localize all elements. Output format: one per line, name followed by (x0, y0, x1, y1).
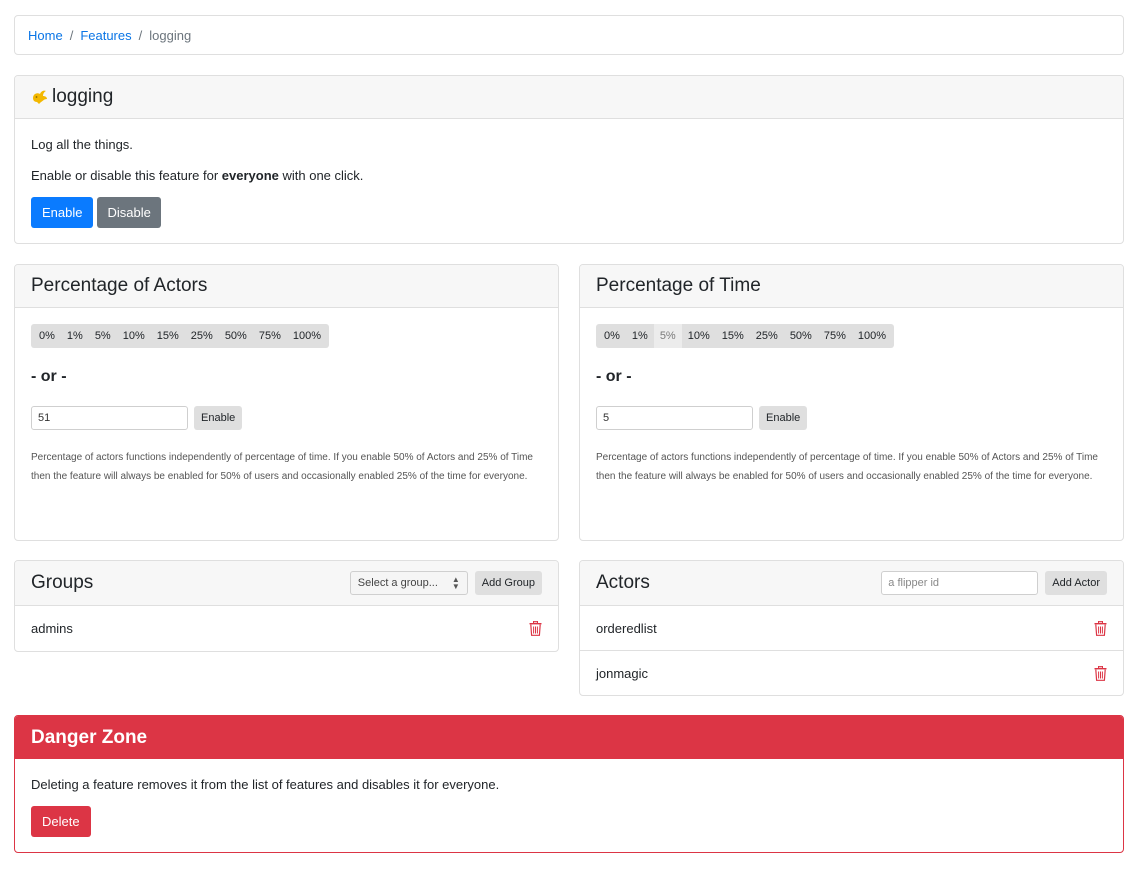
time-percentage-option[interactable]: 25% (750, 324, 784, 348)
actors-percentage-option[interactable]: 50% (219, 324, 253, 348)
feature-header: logging (15, 76, 1123, 119)
actors-percentage-option[interactable]: 5% (89, 324, 117, 348)
actors-percentage-option[interactable]: 15% (151, 324, 185, 348)
trash-icon[interactable] (1094, 620, 1107, 636)
list-item: jonmagic (580, 651, 1123, 695)
percentage-of-actors-title: Percentage of Actors (15, 265, 558, 308)
percentage-help-text: Percentage of actors functions independe… (596, 452, 1098, 482)
add-group-button[interactable]: Add Group (474, 571, 542, 595)
group-name: admins (31, 621, 73, 636)
trash-icon[interactable] (1094, 666, 1107, 681)
percentage-of-actors-card: Percentage of Actors 0% 1% 5% 10% 15% 25% 50% 7… (14, 264, 559, 541)
groups-title: Groups (31, 572, 94, 593)
delete-feature-button[interactable]: Delete (31, 806, 91, 837)
actors-percentage-option[interactable]: 100% (287, 324, 327, 348)
breadcrumb-home-link[interactable]: Home (28, 28, 63, 43)
add-actor-button[interactable]: Add Actor (1045, 571, 1107, 595)
breadcrumb-separator: / (69, 27, 74, 43)
feature-name: logging (52, 86, 114, 107)
time-percentage-option[interactable]: 75% (818, 324, 852, 348)
time-percentage-option[interactable]: 0% (598, 324, 626, 348)
actors-percentage-option[interactable]: 10% (117, 324, 151, 348)
list-item: admins (15, 606, 558, 651)
percentage-of-time-title: Percentage of Time (580, 265, 1123, 308)
danger-zone-title: Danger Zone (15, 716, 1123, 759)
group-select[interactable]: Select a group... ▲ ▼ (349, 571, 468, 595)
time-percentage-options: 0% 1% 5% 10% 15% 25% 50% 75% 100% (596, 324, 895, 348)
page-title: logging (31, 86, 113, 108)
feature-card: logging Log all the things. Enable or di… (14, 75, 1124, 244)
trash-icon[interactable] (529, 621, 542, 636)
breadcrumb-separator: / (138, 27, 143, 43)
time-percentage-option[interactable]: 5% (653, 324, 682, 348)
actors-card: Actors Add Actor orderedlist jonmagic (579, 560, 1124, 696)
danger-zone-text: Deleting a feature removes it from the l… (31, 777, 500, 792)
enable-feature-button[interactable]: Enable (31, 197, 94, 228)
breadcrumb: Home / Features / logging (14, 15, 1124, 55)
danger-zone-card: Danger Zone Deleting a feature removes i… (14, 715, 1124, 853)
actor-name: jonmagic (596, 666, 649, 681)
percentage-of-time-card: Percentage of Time 0% 1% 5% 10% 15% 25% 50% 75%… (579, 264, 1124, 541)
time-percentage-option[interactable]: 1% (626, 324, 654, 348)
time-percentage-enable-button[interactable]: Enable (759, 406, 808, 430)
percentage-help-text: Percentage of actors functions independe… (31, 452, 533, 482)
groups-card: Groups Select a group... ▲ ▼ Add Group ad… (14, 560, 559, 652)
feature-enable-text: Enable or disable this feature for every… (31, 168, 364, 183)
actors-percentage-option[interactable]: 25% (185, 324, 219, 348)
actors-percentage-option[interactable]: 0% (33, 324, 61, 348)
list-item: orderedlist (580, 606, 1123, 651)
time-percentage-input[interactable] (596, 406, 753, 430)
actors-percentage-input[interactable] (31, 406, 188, 430)
actors-percentage-option[interactable]: 75% (253, 324, 287, 348)
time-percentage-option[interactable]: 10% (682, 324, 716, 348)
or-divider: - or - (596, 368, 632, 385)
flipper-bird-icon (33, 90, 47, 104)
time-percentage-option[interactable]: 50% (784, 324, 818, 348)
actors-percentage-enable-button[interactable]: Enable (194, 406, 243, 430)
breadcrumb-current: logging (149, 27, 192, 43)
actors-percentage-option[interactable]: 1% (61, 324, 89, 348)
actors-title: Actors (596, 572, 650, 593)
time-percentage-option[interactable]: 15% (716, 324, 750, 348)
actor-name: orderedlist (596, 620, 657, 636)
actors-percentage-options: 0% 1% 5% 10% 15% 25% 50% 75% 100% (31, 324, 330, 348)
actors-list: orderedlist jonmagic (580, 606, 1123, 695)
actor-id-input[interactable] (881, 571, 1039, 595)
groups-list: admins (15, 606, 558, 651)
feature-description: Log all the things. (31, 137, 133, 152)
breadcrumb-features-link[interactable]: Features (80, 28, 131, 43)
select-arrows-icon: ▲ ▼ (451, 575, 460, 591)
time-percentage-option[interactable]: 100% (852, 324, 892, 348)
or-divider: - or - (31, 368, 67, 385)
disable-feature-button[interactable]: Disable (97, 197, 161, 228)
